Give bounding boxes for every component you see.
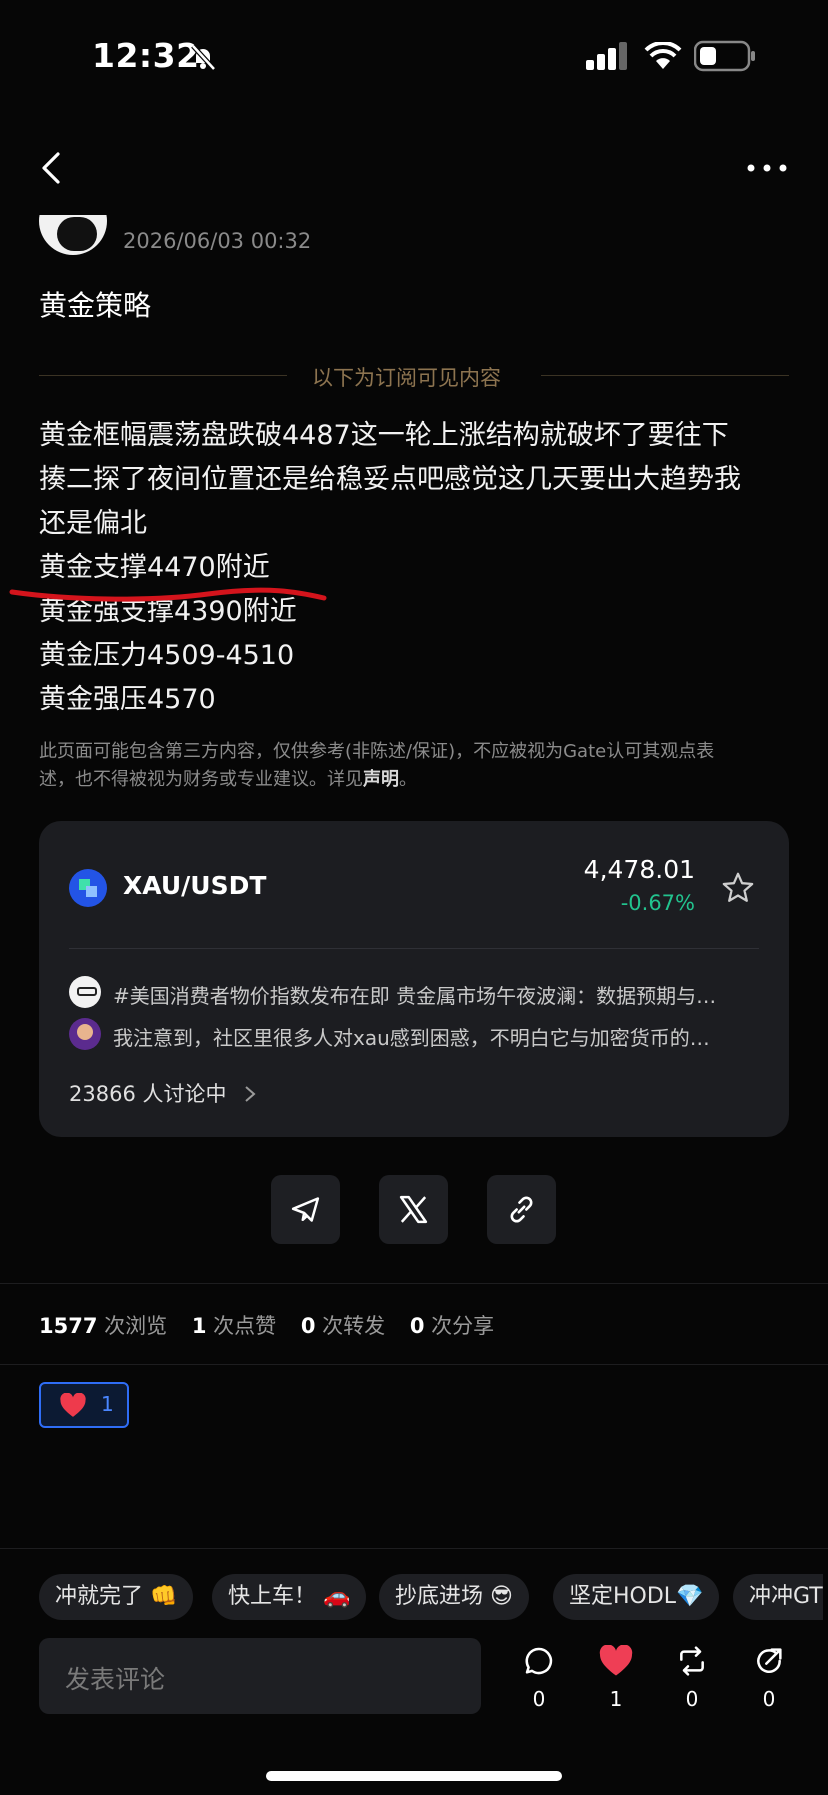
send-icon (291, 1197, 320, 1222)
disclaimer-link[interactable]: 声明 (363, 769, 399, 790)
signal-icon (586, 42, 627, 70)
discussion-count[interactable]: 23866 人讨论中 (69, 1078, 257, 1108)
post-title: 黄金策略 (39, 289, 152, 322)
disclaimer-line: 述，也不得被视为财务或专业建议。详见 (39, 769, 363, 790)
disclaimer-line: 此页面可能包含第三方内容，仅供参考(非陈述/保证)，不应被视为Gate认可其观点… (39, 741, 715, 762)
shares-label: 次分享 (431, 1314, 495, 1338)
comment-count: 0 (532, 1687, 546, 1711)
home-indicator (266, 1771, 562, 1781)
heart-filled-icon (599, 1644, 633, 1676)
reposts-label: 次转发 (322, 1314, 386, 1338)
body-line: 揍二探了夜间位置还是给稳妥点吧感觉这几天要出大趋势我 (39, 464, 741, 495)
divider-right (541, 375, 789, 376)
post-body: 黄金框幅震荡盘跌破4487这一轮上涨结构就破坏了要往下 揍二探了夜间位置还是给稳… (39, 414, 799, 722)
reaction-count: 1 (101, 1392, 114, 1416)
comment-placeholder: 发表评论 (65, 1665, 166, 1694)
post-stats: 1577 次浏览 1 次点赞 0 次转发 0 次分享 (39, 1310, 512, 1340)
share-action[interactable]: 0 (744, 1645, 794, 1711)
red-underline-mark (9, 587, 327, 602)
body-line: 还是偏北 (39, 508, 147, 539)
wifi-icon (644, 42, 682, 69)
discussion-count-label: 23866 人讨论中 (69, 1082, 227, 1106)
body-line: 黄金强压4570 (39, 684, 216, 715)
market-card[interactable]: XAU/USDT 4,478.01 -0.67% #美国消费者物价指数发布在即 … (39, 821, 789, 1137)
link-icon (510, 1196, 533, 1223)
heart-icon (60, 1393, 86, 1417)
share-telegram-button[interactable] (271, 1175, 340, 1244)
quick-reply-chip[interactable]: 冲冲GT (733, 1574, 823, 1620)
like-count: 1 (609, 1687, 623, 1711)
author-avatar[interactable] (39, 215, 107, 255)
body-line: 黄金压力4509-4510 (39, 640, 295, 671)
pair-price: 4,478.01 (583, 855, 695, 884)
section-divider (0, 1283, 828, 1284)
topic-item[interactable]: 我注意到，社区里很多人对xau感到困惑，不明白它与加密货币的… (113, 1022, 753, 1051)
post-timestamp: 2026/06/03 00:32 (123, 229, 312, 253)
back-arrow-icon[interactable] (38, 150, 68, 186)
battery-icon (694, 40, 755, 72)
reposts-count: 0 (300, 1314, 316, 1338)
shares-count: 0 (409, 1314, 425, 1338)
repost-count: 0 (685, 1687, 699, 1711)
bottom-divider (0, 1548, 828, 1549)
topic-item[interactable]: #美国消费者物价指数发布在即 贵金属市场午夜波澜：数据预期与… (113, 980, 753, 1009)
views-count: 1577 (39, 1314, 98, 1338)
star-icon[interactable] (721, 871, 755, 905)
more-options-icon[interactable] (746, 160, 788, 176)
like-action[interactable]: 1 (591, 1644, 641, 1711)
views-label: 次浏览 (104, 1314, 168, 1338)
quick-reply-chip[interactable]: 冲就完了 👊 (39, 1574, 194, 1620)
topic-avatar (69, 1018, 101, 1050)
share-count: 0 (762, 1687, 776, 1711)
card-divider (69, 948, 759, 949)
likes-count: 1 (191, 1314, 207, 1338)
section-divider (0, 1364, 828, 1365)
pair-name: XAU/USDT (123, 871, 267, 900)
share-x-button[interactable] (379, 1175, 448, 1244)
divider-left (39, 375, 287, 376)
pair-change: -0.67% (620, 891, 695, 915)
topic-avatar (69, 976, 101, 1008)
quick-reply-chip[interactable]: 坚定HODL💎 (553, 1574, 720, 1620)
copy-link-button[interactable] (487, 1175, 556, 1244)
share-arrow-icon (757, 1648, 782, 1673)
x-logo-icon (399, 1195, 428, 1224)
comment-action[interactable]: 0 (514, 1645, 564, 1711)
gate-logo-icon (69, 869, 107, 907)
heart-reaction-button[interactable]: 1 (39, 1382, 129, 1428)
repost-icon (680, 1646, 704, 1676)
quick-reply-chip[interactable]: 快上车！ 🚗 (212, 1574, 367, 1620)
disclaimer-end: 。 (399, 769, 417, 790)
quick-reply-chip[interactable]: 抄底进场 😎 (379, 1574, 529, 1620)
body-line: 黄金框幅震荡盘跌破4487这一轮上涨结构就破坏了要往下 (39, 420, 729, 451)
disclaimer: 此页面可能包含第三方内容，仅供参考(非陈述/保证)，不应被视为Gate认可其观点… (39, 738, 759, 794)
status-time: 12:32 (92, 36, 200, 75)
comment-bubble-icon (525, 1647, 553, 1675)
subscription-divider-label: 以下为订阅可见内容 (312, 366, 501, 390)
chevron-right-icon (245, 1086, 256, 1102)
comment-input[interactable]: 发表评论 (39, 1638, 481, 1714)
likes-label: 次点赞 (213, 1314, 277, 1338)
repost-action[interactable]: 0 (667, 1645, 717, 1711)
silent-bell-icon (191, 44, 216, 71)
